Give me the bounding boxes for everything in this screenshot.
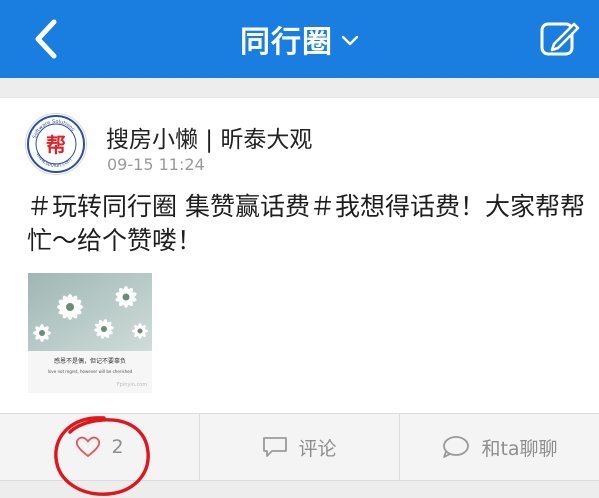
svg-text:帮: 帮 [46, 133, 66, 157]
author-name[interactable]: 搜房小懒 | 昕泰大观 [106, 120, 312, 154]
heart-icon [75, 435, 101, 459]
compose-icon [540, 22, 580, 56]
post-actions-bar: 2 评论 和ta聊聊 [0, 413, 599, 481]
post-timestamp: 09-15 11:24 [107, 155, 205, 174]
top-navigation-bar: 同行圈 [0, 0, 599, 78]
comment-button[interactable]: 评论 [200, 414, 400, 480]
like-count: 2 [111, 436, 124, 458]
avatar[interactable]: 帮 Software Solutions www.soufun.com [25, 113, 87, 175]
daisy-photo-icon: 感恩不是偶，但记不要辜负 love not regret, however wi… [28, 273, 152, 388]
comment-icon [262, 435, 288, 459]
chevron-down-icon [341, 32, 359, 51]
chat-button[interactable]: 和ta聊聊 [400, 414, 599, 480]
title-dropdown[interactable]: 同行圈 [0, 0, 599, 78]
post-content: ＃玩转同行圈 集赞赢话费＃我想得话费！大家帮帮忙～给个赞喽！ [27, 192, 585, 255]
like-button[interactable]: 2 [0, 414, 200, 480]
svg-text:love not regret, however will: love not regret, however will be cherish… [48, 369, 133, 374]
svg-text:Fpinyin.com: Fpinyin.com [117, 382, 148, 388]
comment-label: 评论 [298, 437, 337, 460]
chat-bubble-icon [441, 435, 471, 459]
post-image[interactable]: 感恩不是偶，但记不要辜负 love not regret, however wi… [28, 273, 152, 393]
post-card: 帮 Software Solutions www.soufun.com 搜房小懒… [0, 97, 599, 414]
page-title: 同行圈 [240, 25, 333, 60]
compose-button[interactable] [538, 18, 582, 60]
soufun-logo-icon: 帮 Software Solutions www.soufun.com [27, 115, 85, 173]
chat-label: 和ta聊聊 [481, 437, 558, 460]
svg-text:感恩不是偶，但记不要辜负: 感恩不是偶，但记不要辜负 [54, 357, 126, 365]
